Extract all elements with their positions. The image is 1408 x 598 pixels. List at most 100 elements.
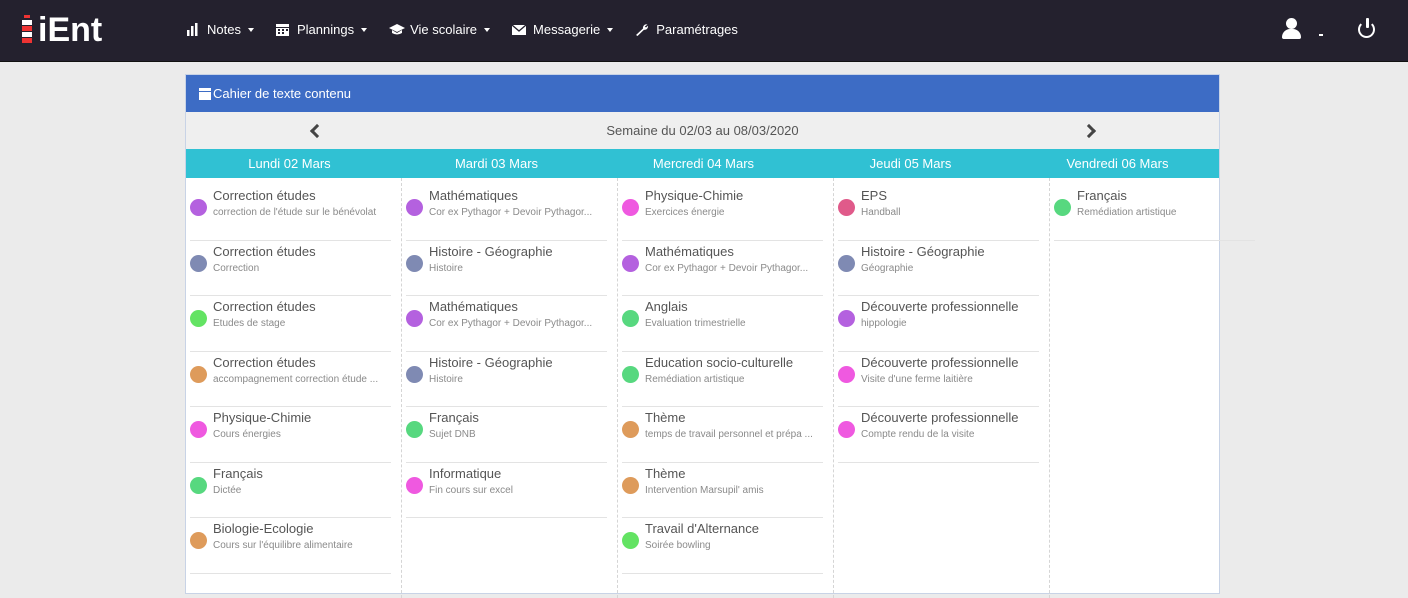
subject-color-dot xyxy=(622,421,639,438)
homework-entry[interactable]: Découverte professionnelle Visite d'une f… xyxy=(838,352,1039,407)
homework-entry[interactable]: Mathématiques Cor ex Pythagor + Devoir Py… xyxy=(406,296,607,352)
homework-entry[interactable]: Français Remédiation artistique xyxy=(1054,185,1255,241)
entry-text: Mathématiques Cor ex Pythagor + Devoir Py… xyxy=(429,299,607,351)
day-header-monday: Lundi 02 Mars xyxy=(248,156,331,171)
homework-entry[interactable]: Biologie-Ecologie Cours sur l'équilibre a… xyxy=(190,518,391,574)
nav-parametrages-label: Paramétrages xyxy=(656,22,738,37)
homework-entry[interactable]: Anglais Evaluation trimestrielle xyxy=(622,296,823,352)
entry-text: Français Dictée xyxy=(213,466,391,518)
wrench-icon xyxy=(635,23,649,36)
entry-text: Découverte professionnelle Compte rendu d… xyxy=(861,410,1039,462)
entry-subject: Correction études xyxy=(213,354,316,370)
homework-entry[interactable]: Education socio-culturelle Remédiation ar… xyxy=(622,352,823,407)
entry-text: Découverte professionnelle hippologie xyxy=(861,299,1039,351)
panel-title: Cahier de texte contenu xyxy=(213,86,352,101)
homework-entry[interactable]: EPS Handball xyxy=(838,185,1039,241)
entry-subject: Histoire - Géographie xyxy=(429,243,553,259)
main-nav: Notes Plannings Vie scolaire Messagerie xyxy=(186,22,760,37)
homework-entry[interactable]: Physique-Chimie Cours énergies xyxy=(190,407,391,463)
homework-entry[interactable]: Correction études accompagnement correcti… xyxy=(190,352,391,407)
homework-entry[interactable]: Correction études correction de l'étude s… xyxy=(190,185,391,241)
subject-color-dot xyxy=(838,199,855,216)
entry-description: Soirée bowling xyxy=(645,540,711,551)
entry-text: Histoire - Géographie Histoire xyxy=(429,355,607,407)
day-column-monday: Correction études correction de l'étude s… xyxy=(186,178,402,598)
subject-color-dot xyxy=(622,199,639,216)
nav-parametrages[interactable]: Paramétrages xyxy=(635,22,738,37)
entry-description: Cours énergies xyxy=(213,429,281,440)
logo-text: iEnt xyxy=(38,11,103,49)
entry-text: Histoire - Géographie Histoire xyxy=(429,244,607,296)
homework-entry[interactable]: Thème temps de travail personnel et prépa… xyxy=(622,407,823,463)
app-logo[interactable]: iEnt xyxy=(20,10,102,50)
entry-subject: Thème xyxy=(645,410,686,425)
entry-text: Mathématiques Cor ex Pythagor + Devoir Py… xyxy=(645,244,823,296)
entry-text: Travail d'Alternance Soirée bowling xyxy=(645,521,823,573)
entry-text: Education socio-culturelle Remédiation ar… xyxy=(645,355,823,407)
entry-description: correction de l'étude sur le bénévolat xyxy=(213,207,377,218)
homework-entry[interactable]: Travail d'Alternance Soirée bowling xyxy=(622,518,823,574)
subject-color-dot xyxy=(622,365,639,383)
previous-week-icon[interactable] xyxy=(308,122,322,138)
entry-subject: Français xyxy=(1077,188,1127,203)
subject-color-dot xyxy=(622,476,639,494)
nav-plannings[interactable]: Plannings xyxy=(275,22,368,37)
entry-description: Cor ex Pythagor + Devoir Pythagor... xyxy=(429,207,593,218)
subject-color-dot xyxy=(190,476,207,494)
subject-color-dot xyxy=(190,421,207,438)
homework-entry[interactable]: Mathématiques Cor ex Pythagor + Devoir Py… xyxy=(622,241,823,296)
entry-subject: Mathématiques xyxy=(429,188,518,203)
day-columns: Correction études correction de l'étude s… xyxy=(186,178,1255,598)
nav-notes[interactable]: Notes xyxy=(186,22,254,37)
homework-entry[interactable]: Correction études Correction xyxy=(190,241,391,296)
subject-color-dot xyxy=(406,421,423,438)
entry-description: Intervention Marsupil' amis xyxy=(645,484,764,496)
nav-notes-label: Notes xyxy=(207,22,241,37)
homework-entry[interactable]: Physique-Chimie Exercices énergie xyxy=(622,185,823,241)
entry-text: Biologie-Ecologie Cours sur l'équilibre a… xyxy=(213,521,391,573)
nav-vie-scolaire[interactable]: Vie scolaire xyxy=(389,22,491,37)
user-menu-caret[interactable] xyxy=(1319,34,1323,36)
calendar-icon xyxy=(275,23,290,36)
next-week-icon[interactable] xyxy=(1083,122,1097,138)
subject-color-dot xyxy=(622,254,639,272)
subject-color-dot xyxy=(622,532,639,549)
entry-text: Mathématiques Cor ex Pythagor + Devoir Py… xyxy=(429,188,607,240)
homework-entry[interactable]: Informatique Fin cours sur excel xyxy=(406,463,607,518)
week-label: Semaine du 02/03 au 08/03/2020 xyxy=(606,123,799,138)
homework-entry[interactable]: Histoire - Géographie Histoire xyxy=(406,241,607,296)
entry-text: Découverte professionnelle Visite d'une f… xyxy=(861,355,1039,407)
homework-entry[interactable]: Français Dictée xyxy=(190,463,391,518)
homework-entry[interactable]: Découverte professionnelle hippologie xyxy=(838,296,1039,352)
power-icon[interactable] xyxy=(1356,18,1378,40)
entry-text: Correction études correction de l'étude s… xyxy=(213,188,391,240)
homework-entry[interactable]: Histoire - Géographie Géographie xyxy=(838,241,1039,296)
subject-color-dot xyxy=(838,421,855,438)
entry-subject: Education socio-culturelle xyxy=(645,354,794,370)
entry-text: Correction études Etudes de stage xyxy=(213,299,391,351)
homework-entry[interactable]: Découverte professionnelle Compte rendu d… xyxy=(838,407,1039,463)
chevron-down-icon xyxy=(361,27,368,32)
entry-subject: Informatique xyxy=(429,465,502,481)
entry-description: Fin cours sur excel xyxy=(429,484,513,496)
entry-description: Remédiation artistique xyxy=(1077,207,1177,218)
subject-color-dot xyxy=(838,254,855,272)
day-headers: Lundi 02 Mars Mardi 03 Mars Mercredi 04 … xyxy=(186,149,1219,178)
user-icon[interactable] xyxy=(1281,17,1303,41)
entry-subject: Français xyxy=(213,465,263,481)
subject-color-dot xyxy=(190,199,207,216)
nav-messagerie[interactable]: Messagerie xyxy=(511,22,614,37)
homework-entry[interactable]: Mathématiques Cor ex Pythagor + Devoir Py… xyxy=(406,185,607,241)
week-navigator: Semaine du 02/03 au 08/03/2020 xyxy=(186,112,1219,149)
entry-text: Histoire - Géographie Géographie xyxy=(861,244,1039,296)
nav-vie-scolaire-label: Vie scolaire xyxy=(410,22,478,37)
homework-entry[interactable]: Français Sujet DNB xyxy=(406,407,607,463)
entry-description: hippologie xyxy=(861,318,907,329)
homework-entry[interactable]: Correction études Etudes de stage xyxy=(190,296,391,352)
subject-color-dot xyxy=(190,254,207,272)
entry-subject: Correction études xyxy=(213,299,316,314)
day-column-wednesday: Physique-Chimie Exercices énergie Mathémat… xyxy=(618,178,834,598)
entry-description: Visite d'une ferme laitière xyxy=(861,373,973,385)
homework-entry[interactable]: Histoire - Géographie Histoire xyxy=(406,352,607,407)
homework-entry[interactable]: Thème Intervention Marsupil' amis xyxy=(622,463,823,518)
